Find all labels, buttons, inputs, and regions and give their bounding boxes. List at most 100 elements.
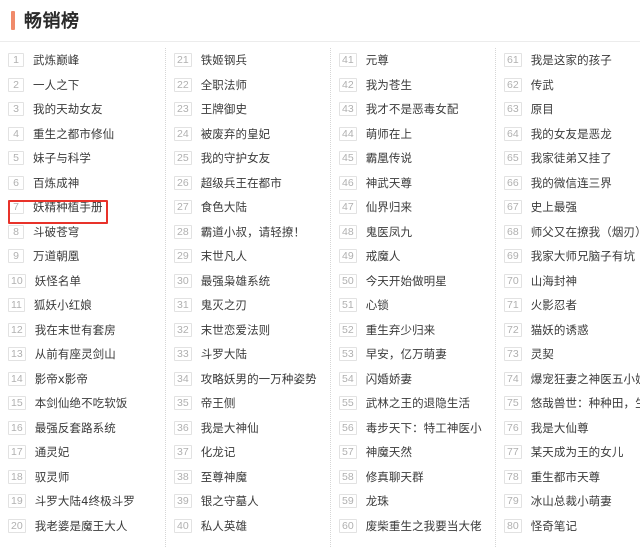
ranking-item-title[interactable]: 我是大仙尊 — [531, 420, 589, 436]
ranking-item-title[interactable]: 我家徒弟又挂了 — [531, 150, 612, 166]
ranking-item-title[interactable]: 我是大神仙 — [201, 420, 259, 436]
ranking-row[interactable]: 18 驭灵师 — [8, 465, 161, 490]
ranking-row[interactable]: 71 火影忍者 — [504, 293, 640, 318]
ranking-item-title[interactable]: 私人英雄 — [201, 518, 247, 534]
ranking-item-title[interactable]: 我的守护女友 — [201, 150, 271, 166]
ranking-item-title[interactable]: 斗破苍穹 — [33, 224, 79, 240]
ranking-row[interactable]: 69 我家大师兄脑子有坑 — [504, 244, 640, 269]
ranking-row[interactable]: 42 我为苍生 — [339, 73, 491, 98]
ranking-item-title[interactable]: 全职法师 — [201, 77, 247, 93]
ranking-row[interactable]: 57 神魔天然 — [339, 440, 491, 465]
ranking-row[interactable]: 27 食色大陆 — [174, 195, 326, 220]
ranking-row[interactable]: 22 全职法师 — [174, 73, 326, 98]
ranking-row[interactable]: 34 攻略妖男的一万种姿势 — [174, 367, 326, 392]
ranking-row[interactable]: 52 重生弃少归来 — [339, 318, 491, 343]
ranking-row[interactable]: 8 斗破苍穹 — [8, 220, 161, 245]
ranking-row[interactable]: 36 我是大神仙 — [174, 416, 326, 441]
ranking-row[interactable]: 54 闪婚娇妻 — [339, 367, 491, 392]
ranking-row[interactable]: 6 百炼成神 — [8, 171, 161, 196]
ranking-item-title[interactable]: 萌师在上 — [366, 126, 412, 142]
ranking-item-title[interactable]: 驭灵师 — [35, 469, 70, 485]
ranking-item-title[interactable]: 本剑仙绝不吃软饭 — [35, 395, 128, 411]
ranking-row[interactable]: 33 斗罗大陆 — [174, 342, 326, 367]
ranking-item-title[interactable]: 早安，亿万萌妻 — [366, 346, 447, 362]
ranking-row[interactable]: 14 影帝x影帝 — [8, 367, 161, 392]
ranking-item-title[interactable]: 妹子与科学 — [33, 150, 91, 166]
ranking-row[interactable]: 1 武炼巅峰 — [8, 48, 161, 73]
ranking-item-title[interactable]: 神魔天然 — [366, 444, 412, 460]
ranking-row[interactable]: 45 霸凰传说 — [339, 146, 491, 171]
ranking-item-title[interactable]: 毒步天下：特工神医小 — [366, 420, 482, 436]
ranking-row[interactable]: 15 本剑仙绝不吃软饭 — [8, 391, 161, 416]
ranking-row[interactable]: 24 被废弃的皇妃 — [174, 122, 326, 147]
ranking-row[interactable]: 53 早安，亿万萌妻 — [339, 342, 491, 367]
ranking-item-title[interactable]: 食色大陆 — [201, 199, 247, 215]
ranking-item-title[interactable]: 闪婚娇妻 — [366, 371, 412, 387]
ranking-item-title[interactable]: 末世凡人 — [201, 248, 247, 264]
ranking-row[interactable]: 13 从前有座灵剑山 — [8, 342, 161, 367]
ranking-item-title[interactable]: 我家大师兄脑子有坑 — [531, 248, 635, 264]
ranking-row[interactable]: 74 爆宠狂妻之神医五小姐 — [504, 367, 640, 392]
ranking-item-title[interactable]: 仙界归来 — [366, 199, 412, 215]
ranking-row[interactable]: 23 王牌御史 — [174, 97, 326, 122]
ranking-row[interactable]: 66 我的微信连三界 — [504, 171, 640, 196]
ranking-item-title[interactable]: 鬼医凤九 — [366, 224, 412, 240]
ranking-item-title[interactable]: 狐妖小红娘 — [34, 297, 92, 313]
ranking-row[interactable]: 78 重生都市天尊 — [504, 465, 640, 490]
ranking-item-title[interactable]: 末世恋爱法则 — [201, 322, 271, 338]
ranking-row[interactable]: 43 我才不是恶毒女配 — [339, 97, 491, 122]
ranking-row[interactable]: 19 斗罗大陆4终极斗罗 — [8, 489, 161, 514]
ranking-row[interactable]: 21 铁姬钢兵 — [174, 48, 326, 73]
ranking-row[interactable]: 5 妹子与科学 — [8, 146, 161, 171]
ranking-row[interactable]: 38 至尊神魔 — [174, 465, 326, 490]
ranking-item-title[interactable]: 王牌御史 — [201, 101, 247, 117]
ranking-row[interactable]: 75 悠哉兽世：种种田，生 — [504, 391, 640, 416]
ranking-row[interactable]: 11 狐妖小红娘 — [8, 293, 161, 318]
ranking-item-title[interactable]: 鬼灭之刃 — [201, 297, 247, 313]
ranking-item-title[interactable]: 师父又在撩我（烟刃） — [531, 224, 640, 240]
ranking-item-title[interactable]: 悠哉兽世：种种田，生 — [531, 395, 640, 411]
ranking-row[interactable]: 30 最强枭雄系统 — [174, 269, 326, 294]
ranking-row[interactable]: 44 萌师在上 — [339, 122, 491, 147]
ranking-item-title[interactable]: 元尊 — [366, 52, 389, 68]
ranking-item-title[interactable]: 最强枭雄系统 — [201, 273, 271, 289]
ranking-item-title[interactable]: 武林之王的退隐生活 — [366, 395, 470, 411]
ranking-item-title[interactable]: 废柴重生之我要当大佬 — [366, 518, 482, 534]
ranking-row[interactable]: 7 妖精种植手册 — [8, 195, 161, 220]
ranking-row[interactable]: 62 传武 — [504, 73, 640, 98]
ranking-item-title[interactable]: 妖怪名单 — [35, 273, 81, 289]
ranking-item-title[interactable]: 一人之下 — [33, 77, 79, 93]
ranking-row[interactable]: 10 妖怪名单 — [8, 269, 161, 294]
ranking-item-title[interactable]: 攻略妖男的一万种姿势 — [201, 371, 317, 387]
ranking-item-title[interactable]: 原目 — [531, 101, 554, 117]
ranking-row[interactable]: 2 一人之下 — [8, 73, 161, 98]
ranking-row[interactable]: 46 神武天尊 — [339, 171, 491, 196]
ranking-row[interactable]: 77 某天成为王的女儿 — [504, 440, 640, 465]
ranking-row[interactable]: 63 原目 — [504, 97, 640, 122]
ranking-item-title[interactable]: 我才不是恶毒女配 — [366, 101, 459, 117]
ranking-item-title[interactable]: 化龙记 — [201, 444, 236, 460]
ranking-item-title[interactable]: 戒魔人 — [366, 248, 401, 264]
ranking-item-title[interactable]: 某天成为王的女儿 — [531, 444, 624, 460]
ranking-row[interactable]: 28 霸道小叔，请轻撩！ — [174, 220, 326, 245]
ranking-item-title[interactable]: 猫妖的诱惑 — [531, 322, 589, 338]
ranking-item-title[interactable]: 霸凰传说 — [366, 150, 412, 166]
ranking-row[interactable]: 20 我老婆是魔王大人 — [8, 514, 161, 539]
ranking-row[interactable]: 59 龙珠 — [339, 489, 491, 514]
ranking-row[interactable]: 39 银之守墓人 — [174, 489, 326, 514]
ranking-item-title[interactable]: 武炼巅峰 — [33, 52, 79, 68]
ranking-item-title[interactable]: 重生都市天尊 — [531, 469, 601, 485]
ranking-row[interactable]: 72 猫妖的诱惑 — [504, 318, 640, 343]
ranking-item-title[interactable]: 今天开始做明星 — [366, 273, 447, 289]
ranking-item-title[interactable]: 我是这家的孩子 — [531, 52, 612, 68]
ranking-row[interactable]: 50 今天开始做明星 — [339, 269, 491, 294]
ranking-row[interactable]: 65 我家徒弟又挂了 — [504, 146, 640, 171]
ranking-row[interactable]: 9 万道朝凰 — [8, 244, 161, 269]
ranking-row[interactable]: 3 我的天劫女友 — [8, 97, 161, 122]
ranking-item-title[interactable]: 帝王侧 — [201, 395, 236, 411]
ranking-item-title[interactable]: 通灵妃 — [35, 444, 70, 460]
ranking-row[interactable]: 60 废柴重生之我要当大佬 — [339, 514, 491, 539]
ranking-item-title[interactable]: 霸道小叔，请轻撩！ — [201, 224, 305, 240]
ranking-row[interactable]: 32 末世恋爱法则 — [174, 318, 326, 343]
ranking-item-title[interactable]: 心锁 — [366, 297, 389, 313]
